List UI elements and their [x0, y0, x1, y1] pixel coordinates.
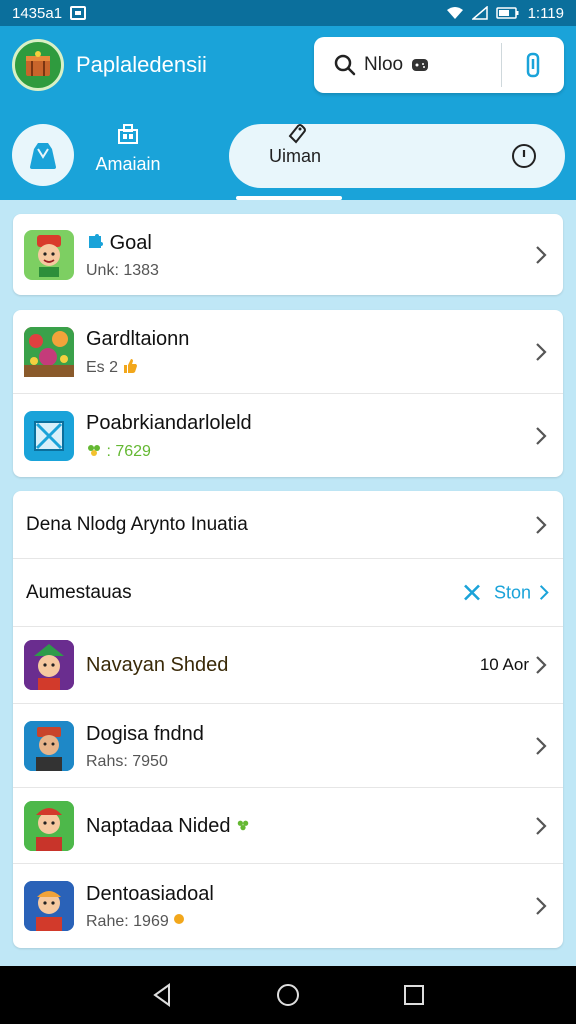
goal-card[interactable]: Goal Unk: 1383: [13, 214, 563, 295]
list-item[interactable]: Navayan Shded 10 Aor: [13, 627, 563, 704]
dogisa-title: Dogisa fndnd: [86, 722, 204, 745]
chevron-right-icon: [536, 736, 547, 755]
gardltaionn-subtitle: Es 2: [86, 359, 119, 376]
puzzle-icon: [89, 233, 103, 248]
recents-icon[interactable]: [403, 984, 425, 1006]
badge-icon: [174, 914, 185, 924]
tab-bar: Amaiain Uiman: [0, 104, 576, 200]
chevron-right-icon: [536, 515, 547, 534]
clock-icon[interactable]: [511, 143, 537, 169]
chevron-right-icon: [536, 342, 547, 361]
chevron-right-icon: [536, 426, 547, 445]
navayan-right-text: 10 Aor: [479, 655, 529, 674]
chevron-right-icon: [536, 897, 547, 915]
gardltaionn-title: Gardltaionn: [86, 328, 190, 350]
dentoasiadoal-title: Dentoasiadoal: [86, 883, 214, 905]
filter-button[interactable]: [502, 51, 564, 79]
dentoasiadoal-thumbnail: [24, 881, 74, 931]
section-title: Aumestauas: [26, 581, 132, 603]
search-text: Nloo: [364, 54, 404, 75]
list-item[interactable]: Gardltaionn Es 2: [13, 310, 563, 394]
clover-icon: [237, 820, 249, 830]
dogisa-subtitle: Rahs: 7950: [86, 752, 168, 770]
naptadaa-title: Naptadaa Nided: [86, 814, 231, 837]
notification-icon: [70, 6, 87, 20]
list-item[interactable]: Dogisa fndnd Rahs: 7950: [13, 704, 563, 788]
content-area: Goal Unk: 1383 Gardltaionn Es 2 Poabrkia…: [0, 200, 576, 966]
gardltaionn-thumbnail: [24, 326, 74, 377]
list-item[interactable]: Naptadaa Nided: [13, 788, 563, 864]
navayan-thumbnail: [24, 640, 74, 690]
filter-icon: [526, 52, 540, 78]
list-item[interactable]: Goal Unk: 1383: [13, 214, 563, 295]
poabrkiandarloleld-subtitle: : 7629: [106, 443, 151, 460]
games-card: Gardltaionn Es 2 Poabrkiandarloleld: 76…: [13, 310, 563, 477]
see-all-button[interactable]: Ston: [462, 582, 549, 603]
close-icon: [464, 584, 480, 601]
app-title: Paplaledensii: [76, 52, 207, 77]
chevron-right-icon: [536, 656, 547, 674]
poabrkiandarloleld-thumbnail: [24, 410, 74, 461]
chevron-right-icon: [536, 245, 547, 264]
see-all-label: Ston: [493, 582, 531, 602]
list-item[interactable]: Dena Nlodg Arynto Inuatia: [13, 491, 563, 559]
status-bar: 1435a1 1:119: [0, 0, 576, 26]
app-logo-icon[interactable]: [12, 39, 64, 91]
poabrkiandarloleld-title: Poabrkiandarloleld: [86, 412, 252, 434]
home-icon[interactable]: [276, 983, 300, 1007]
battery-icon: [495, 6, 520, 20]
system-navigation-bar: [0, 966, 576, 1024]
tab-home-button[interactable]: [12, 124, 74, 186]
app-header: Paplaledensii Nloo: [0, 26, 576, 104]
list-item[interactable]: Poabrkiandarloleld : 7629: [13, 394, 563, 477]
dena-row-label: Dena Nlodg Arynto Inuatia: [26, 513, 248, 535]
bag-icon: [30, 143, 56, 169]
tab-amaiain-label: Amaiain: [95, 154, 161, 174]
status-time-left: 1435a1: [12, 4, 63, 22]
search-bar[interactable]: Nloo: [314, 37, 564, 93]
naptadaa-thumbnail: [24, 800, 74, 851]
clover-icon: [88, 445, 100, 456]
tab-uiman-label: Uiman: [269, 145, 322, 166]
goal-subtitle: Unk: 1383: [86, 261, 159, 279]
tab-amaiain[interactable]: Amaiain: [88, 124, 168, 175]
chevron-right-icon: [539, 585, 549, 600]
game-controller-icon: [412, 59, 429, 71]
goal-thumbnail: [24, 229, 74, 280]
status-time-right: 1:119: [527, 4, 564, 22]
tab-uiman[interactable]: Uiman: [229, 124, 565, 188]
dentoasiadoal-subtitle: Rahe: 1969: [86, 913, 169, 930]
back-icon[interactable]: [151, 983, 173, 1007]
search-icon: [334, 54, 356, 76]
chevron-right-icon: [536, 816, 547, 835]
store-icon: [118, 124, 138, 144]
wifi-icon: [446, 6, 464, 20]
tag-icon: [288, 124, 306, 144]
thumbs-up-icon: [124, 359, 138, 373]
search-input[interactable]: Nloo: [314, 54, 501, 76]
dogisa-thumbnail: [24, 720, 74, 771]
signal-icon: [471, 6, 488, 20]
goal-title: Goal: [109, 231, 152, 254]
list-card: Dena Nlodg Arynto Inuatia Aumestauas Sto…: [13, 491, 563, 948]
list-item[interactable]: Dentoasiadoal Rahe: 1969: [13, 864, 563, 948]
section-header: Aumestauas Ston: [13, 559, 563, 627]
